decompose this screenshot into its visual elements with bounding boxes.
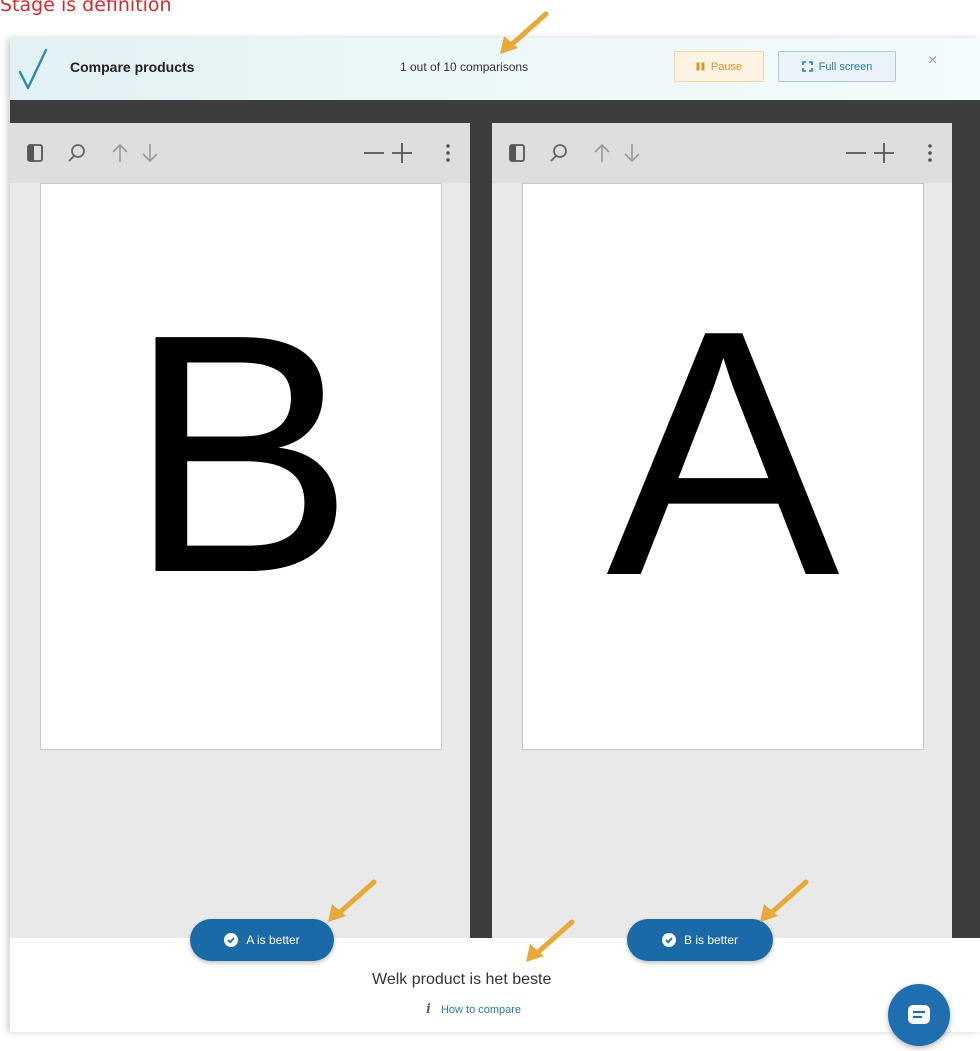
arrow-down-icon[interactable] — [138, 141, 162, 165]
annotation-arrow-icon — [760, 879, 809, 922]
how-to-compare-label: How to compare — [440, 1003, 522, 1016]
a-is-better-label: A is better — [246, 933, 300, 947]
zoom-out-icon[interactable] — [844, 141, 868, 165]
app-title: Compare products — [70, 59, 195, 75]
comparison-counter: 1 out of 10 comparisons — [400, 60, 529, 74]
b-is-better-button[interactable]: B is better — [627, 919, 773, 961]
comparison-stage: B A — [10, 100, 980, 938]
fullscreen-button[interactable]: Full screen — [778, 51, 896, 82]
page-letter: B — [127, 264, 355, 644]
header-bar: Compare products 1 out of 10 comparisons… — [10, 38, 980, 100]
close-icon[interactable]: × — [928, 52, 937, 70]
arrow-up-icon[interactable] — [108, 141, 132, 165]
pause-label: Pause — [710, 60, 743, 73]
b-is-better-label: B is better — [683, 933, 739, 947]
annotation-arrow-icon — [526, 919, 575, 962]
viewer-toolbar — [10, 123, 470, 183]
check-circle-icon — [224, 933, 239, 947]
viewer-b: A — [492, 123, 952, 938]
chat-button[interactable] — [888, 984, 950, 1046]
more-icon[interactable] — [918, 141, 942, 165]
how-to-compare-link[interactable]: i How to compare — [426, 1002, 521, 1017]
sidebar-icon[interactable] — [506, 141, 530, 165]
info-icon: i — [426, 1002, 431, 1017]
sidebar-icon[interactable] — [24, 141, 48, 165]
check-circle-icon — [661, 933, 676, 947]
more-icon[interactable] — [436, 141, 460, 165]
zoom-in-icon[interactable] — [390, 141, 414, 165]
checkmark-logo-icon — [18, 48, 48, 90]
document-page: B — [40, 183, 442, 750]
page-letter: A — [606, 258, 840, 649]
annotation-arrow-icon — [500, 11, 549, 54]
fullscreen-icon — [801, 61, 813, 72]
pause-icon — [696, 62, 705, 71]
chat-icon — [908, 1005, 930, 1024]
annotation-arrow-icon — [328, 879, 377, 922]
a-is-better-button[interactable]: A is better — [190, 919, 334, 961]
pause-button[interactable]: Pause — [674, 51, 764, 82]
viewer-toolbar — [492, 123, 952, 183]
comparison-question: Welk product is het beste — [372, 971, 552, 988]
arrow-down-icon[interactable] — [620, 141, 644, 165]
document-page: A — [522, 183, 924, 750]
zoom-in-icon[interactable] — [872, 141, 896, 165]
top-caption: Stage is definition — [0, 0, 172, 16]
arrow-up-icon[interactable] — [590, 141, 614, 165]
comparison-window: Compare products 1 out of 10 comparisons… — [10, 38, 980, 1046]
search-icon[interactable] — [547, 141, 571, 165]
search-icon[interactable] — [65, 141, 89, 165]
zoom-out-icon[interactable] — [362, 141, 386, 165]
fullscreen-label: Full screen — [818, 60, 873, 73]
viewer-a: B — [10, 123, 470, 938]
